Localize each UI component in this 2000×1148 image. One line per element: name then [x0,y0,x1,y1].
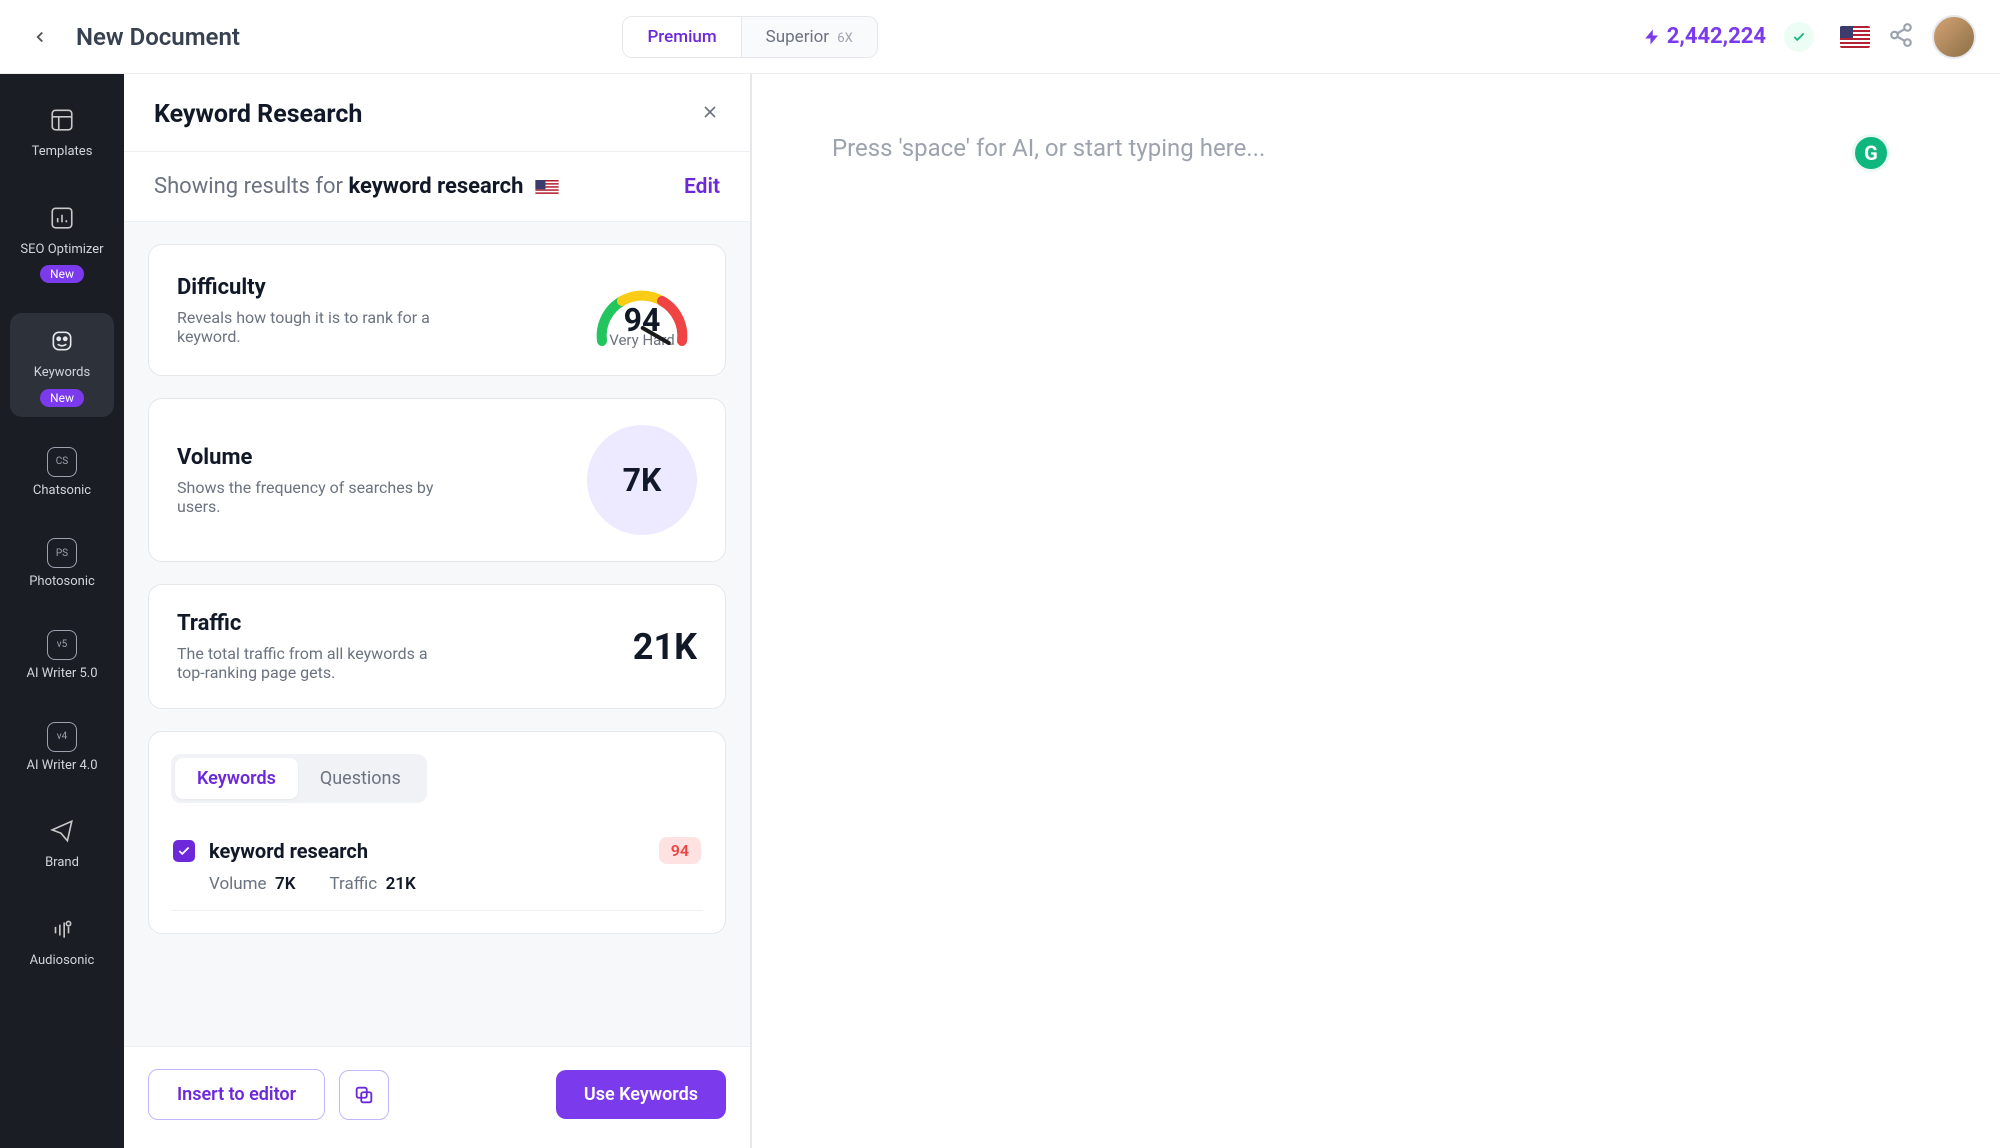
traffic-title: Traffic [177,611,437,636]
results-prefix: Showing results for [154,174,343,199]
flag-icon[interactable] [1840,26,1870,48]
keyword-tabs: Keywords Questions [171,754,427,803]
sidebar-item-label: Audiosonic [30,953,95,969]
difficulty-card: Difficulty Reveals how tough it is to ra… [148,244,726,376]
volume-meta-value: 7K [275,874,296,894]
plan-premium[interactable]: Premium [623,17,741,57]
flag-icon [535,178,559,195]
sidebar-item-label: Templates [32,144,93,160]
insert-to-editor-button[interactable]: Insert to editor [148,1069,325,1120]
brand-icon [44,813,80,849]
editor-placeholder: Press 'space' for AI, or start typing he… [832,134,1920,162]
superior-badge: 6X [837,31,852,46]
difficulty-sub: Reveals how tough it is to rank for a ke… [177,308,437,346]
results-row: Showing results for keyword research Edi… [124,152,750,222]
volume-card: Volume Shows the frequency of searches b… [148,398,726,562]
copy-icon [353,1084,375,1106]
traffic-value: 21K [633,626,697,668]
share-button[interactable] [1888,22,1914,52]
sidebar: Templates SEO Optimizer New Keywords New… [0,74,124,1148]
sidebar-item-label: Keywords [34,365,90,381]
check-icon [1792,30,1806,44]
share-icon [1888,22,1914,48]
new-badge: New [40,265,84,283]
traffic-card: Traffic The total traffic from all keywo… [148,584,726,709]
document-title[interactable]: New Document [76,23,240,51]
sidebar-item-keywords[interactable]: Keywords New [10,313,114,417]
volume-value: 7K [587,425,697,535]
tab-keywords[interactable]: Keywords [175,758,298,799]
editor-area[interactable]: Press 'space' for AI, or start typing he… [752,74,2000,1148]
panel-title: Keyword Research [154,100,362,129]
volume-title: Volume [177,445,437,470]
panel-header: Keyword Research [124,74,750,152]
panel-footer: Insert to editor Use Keywords [124,1046,750,1148]
audiosonic-icon [44,911,80,947]
plan-superior-label: Superior [766,27,829,47]
keyword-difficulty-pill: 94 [659,837,701,864]
keywords-icon [44,323,80,359]
close-button[interactable] [700,102,720,128]
sidebar-item-label: SEO Optimizer [20,242,103,258]
grammarly-icon[interactable]: G [1852,134,1890,172]
sidebar-item-ai-writer-5[interactable]: v5 AI Writer 5.0 [10,620,114,692]
top-right-controls: 2,442,224 [1643,15,1976,59]
panel-scroll[interactable]: Difficulty Reveals how tough it is to ra… [124,222,750,1046]
sidebar-item-ai-writer-4[interactable]: v4 AI Writer 4.0 [10,712,114,784]
new-badge: New [40,389,84,407]
keyword-row[interactable]: keyword research 94 Volume 7K Traffic 21… [171,827,703,911]
back-button[interactable] [24,21,56,53]
sidebar-item-audiosonic[interactable]: Audiosonic [10,901,114,979]
edit-button[interactable]: Edit [684,175,720,199]
sidebar-item-brand[interactable]: Brand [10,803,114,881]
difficulty-value: 94 [587,301,697,339]
templates-icon [44,102,80,138]
copy-button[interactable] [339,1070,389,1120]
sidebar-item-label: Brand [45,855,79,871]
keyword-checkbox[interactable] [173,840,195,862]
sidebar-item-label: Photosonic [29,574,95,590]
photosonic-icon: PS [47,538,77,568]
sidebar-item-chatsonic[interactable]: CS Chatsonic [10,437,114,509]
seo-optimizer-icon [44,200,80,236]
ai-writer-5-icon: v5 [47,630,77,660]
check-icon [177,844,191,858]
chatsonic-icon: CS [47,447,77,477]
keyword-panel: Keyword Research Showing results for key… [124,74,752,1148]
sidebar-item-label: AI Writer 4.0 [26,758,97,774]
difficulty-gauge: 94 Very Hard [587,271,697,349]
sidebar-item-label: Chatsonic [33,483,91,499]
status-check[interactable] [1784,22,1814,52]
keyword-name: keyword research [209,839,645,863]
traffic-sub: The total traffic from all keywords a to… [177,644,437,682]
sidebar-item-photosonic[interactable]: PS Photosonic [10,528,114,600]
lightning-icon [1643,28,1661,46]
user-avatar[interactable] [1932,15,1976,59]
keywords-card: Keywords Questions keyword research 94 V… [148,731,726,934]
volume-label: Volume [209,874,267,894]
sidebar-item-templates[interactable]: Templates [10,92,114,170]
sidebar-item-seo-optimizer[interactable]: SEO Optimizer New [10,190,114,294]
keyword-meta: Volume 7K Traffic 21K [173,864,701,900]
traffic-label: Traffic [330,874,378,894]
difficulty-title: Difficulty [177,275,437,300]
credits-count[interactable]: 2,442,224 [1643,24,1766,49]
plan-switcher: Premium Superior 6X [622,16,877,58]
chevron-left-icon [31,28,49,46]
plan-superior[interactable]: Superior 6X [742,17,877,57]
use-keywords-button[interactable]: Use Keywords [556,1070,726,1119]
close-icon [700,102,720,122]
results-term: keyword research [348,174,523,199]
tab-questions[interactable]: Questions [298,758,423,799]
results-text: Showing results for keyword research [154,174,559,199]
volume-sub: Shows the frequency of searches by users… [177,478,437,516]
credits-value: 2,442,224 [1667,24,1766,49]
ai-writer-4-icon: v4 [47,722,77,752]
topbar: New Document Premium Superior 6X 2,442,2… [0,0,2000,74]
sidebar-item-label: AI Writer 5.0 [26,666,97,682]
traffic-meta-value: 21K [386,874,416,894]
